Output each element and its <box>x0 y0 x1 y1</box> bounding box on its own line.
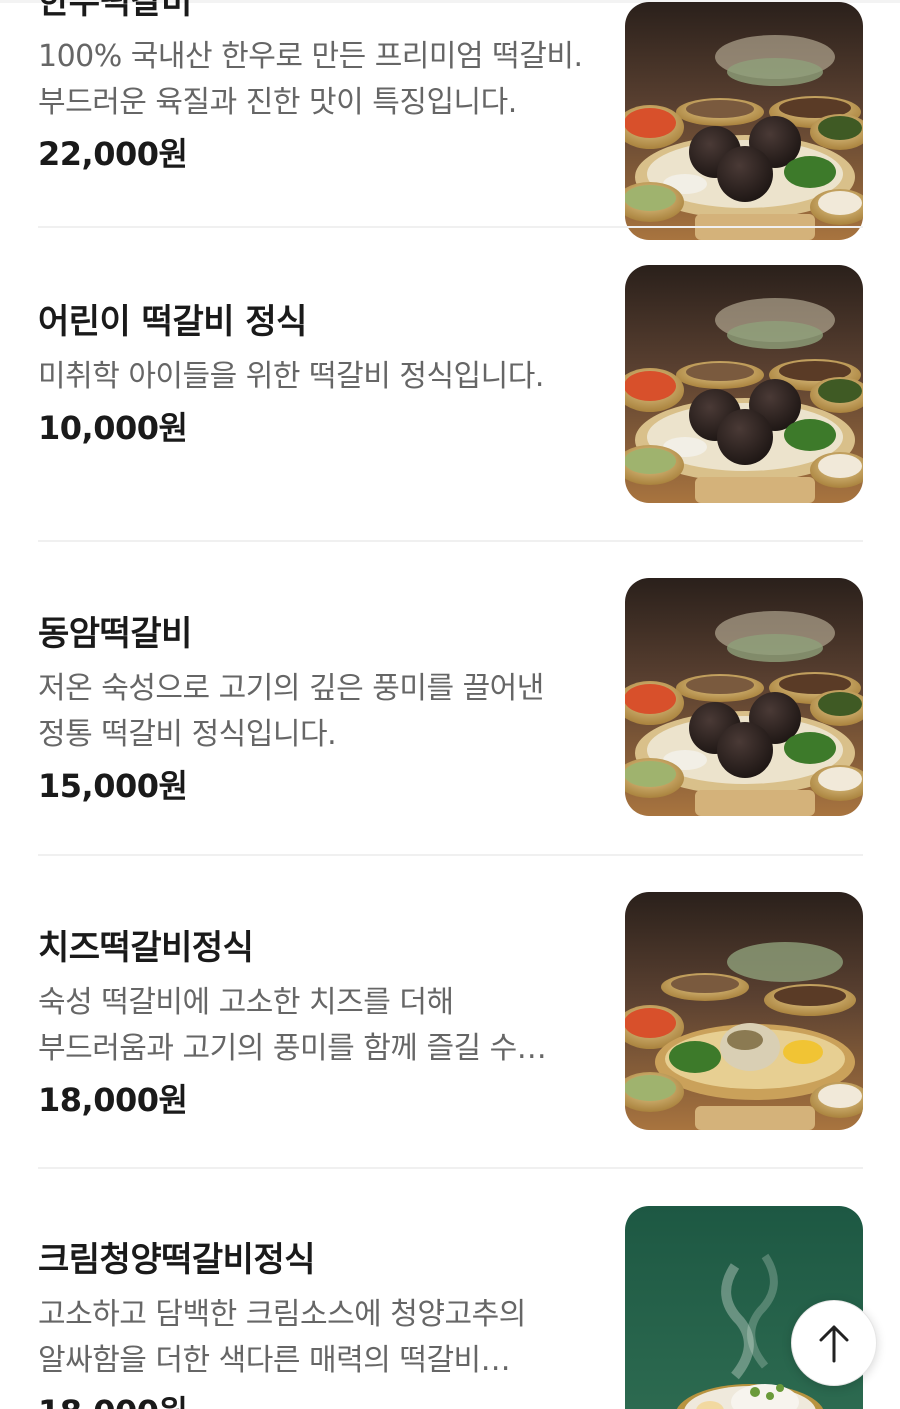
menu-divider <box>38 854 863 856</box>
menu-item-text: 동암떡갈비저온 숙성으로 고기의 깊은 풍미를 끌어낸 정통 떡갈비 정식입니다… <box>38 612 586 808</box>
cheese-tteokgalbi-photo <box>625 892 863 1130</box>
menu-item-image[interactable] <box>625 892 863 1130</box>
menu-item-image[interactable] <box>625 578 863 816</box>
menu-item-price: 18,000원 <box>38 1390 586 1409</box>
menu-item-text: 한우떡갈비 100% 국내산 한우로 만든 프리미엄 떡갈비. 부드러운 육질과 … <box>38 0 586 176</box>
menu-item-name: 치즈떡갈비정식 <box>38 928 254 968</box>
menu-item-description: 100% 국내산 한우로 만든 프리미엄 떡갈비. 부드러운 육질과 진한 맛이… <box>38 39 583 120</box>
menu-list: 한우떡갈비 100% 국내산 한우로 만든 프리미엄 떡갈비. 부드러운 육질과 … <box>0 0 900 1409</box>
menu-item-image[interactable] <box>625 2 863 240</box>
arrow-up-icon <box>819 1325 849 1363</box>
menu-item-description: 저온 숙성으로 고기의 깊은 풍미를 끌어낸 정통 떡갈비 정식입니다. <box>38 671 544 752</box>
menu-divider <box>38 1167 863 1169</box>
menu-item-price: 18,000원 <box>38 1081 188 1119</box>
menu-item-text: 크림청양떡갈비정식고소하고 담백한 크림소스에 청양고추의 알싸함을 더한 색다… <box>38 1238 586 1409</box>
menu-item-price: 15,000원 <box>38 767 188 805</box>
menu-item-description: 미취학 아이들을 위한 떡갈비 정식입니다. <box>38 359 544 394</box>
tteokgalbi-set-photo <box>625 2 863 240</box>
menu-item-name: 어린이 떡갈비 정식 <box>38 302 307 342</box>
menu-divider <box>38 540 863 542</box>
menu-item-text: 어린이 떡갈비 정식미취학 아이들을 위한 떡갈비 정식입니다. 10,000원 <box>38 300 586 450</box>
menu-item-price: 22,000원 <box>38 135 188 173</box>
menu-item-price: 10,000원 <box>38 409 188 447</box>
menu-item-name: 한우떡갈비 <box>38 0 192 22</box>
tteokgalbi-set-photo <box>625 265 863 503</box>
scroll-to-top-button[interactable] <box>791 1300 877 1386</box>
tteokgalbi-set-photo <box>625 578 863 816</box>
menu-item-description: 고소하고 담백한 크림소스에 청양고추의 알싸함을 더한 색다른 매력의 떡갈비… <box>38 1297 526 1378</box>
menu-divider <box>38 226 863 228</box>
menu-item-name: 동암떡갈비 <box>38 614 192 654</box>
menu-item-name: 크림청양떡갈비정식 <box>38 1240 316 1280</box>
menu-item-image[interactable] <box>625 265 863 503</box>
menu-item-text: 치즈떡갈비정식숙성 떡갈비에 고소한 치즈를 더해 부드러움과 고기의 풍미를 … <box>38 926 586 1122</box>
menu-item-description: 숙성 떡갈비에 고소한 치즈를 더해 부드러움과 고기의 풍미를 함께 즐길 수… <box>38 985 517 1066</box>
